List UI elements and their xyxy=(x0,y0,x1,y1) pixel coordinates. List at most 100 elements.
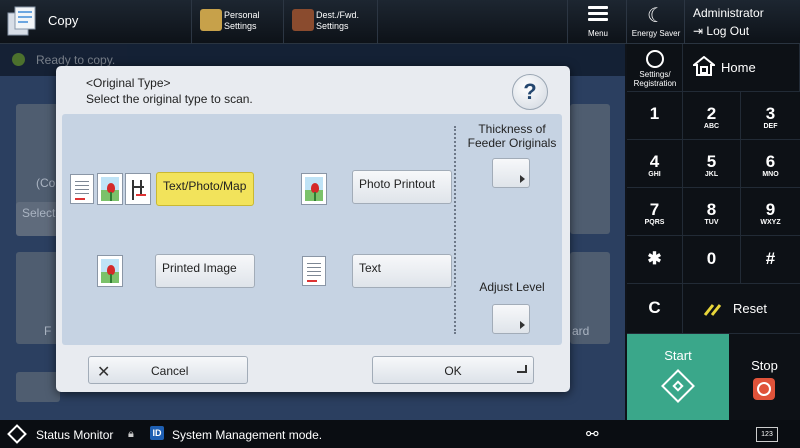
photo-icon xyxy=(97,255,123,287)
key-3[interactable]: 3 DEF xyxy=(741,92,800,140)
original-type-dialog: <Original Type> Select the original type… xyxy=(56,66,570,392)
ready-status-icon xyxy=(12,53,25,66)
reset-button[interactable]: Reset xyxy=(683,284,800,334)
adjust-level-label: Adjust Level xyxy=(479,280,545,294)
key-letters: JKL xyxy=(704,171,719,178)
thickness-label-line1: Thickness of xyxy=(478,122,546,136)
photo-printout-option[interactable]: Photo Printout xyxy=(352,170,452,204)
dest-fwd-settings-button[interactable]: Dest./Fwd. Settings xyxy=(284,0,378,44)
dest-fwd-label-line1: Dest./Fwd. xyxy=(316,10,360,20)
key-6[interactable]: 6 MNO xyxy=(741,140,800,188)
key-5[interactable]: 5 JKL xyxy=(683,140,741,188)
return-icon xyxy=(517,365,527,373)
start-button[interactable]: Start xyxy=(627,334,729,420)
user-panel: Administrator ⇥ Log Out xyxy=(685,0,800,44)
thickness-feeder-button[interactable] xyxy=(492,158,530,188)
key-7[interactable]: 7 PQRS xyxy=(627,188,683,236)
text-photo-map-option[interactable]: Text/Photo/Map xyxy=(156,172,254,206)
copy-label: Copy xyxy=(48,13,79,28)
user-name: Administrator xyxy=(693,6,764,20)
key-4[interactable]: 4 GHI xyxy=(627,140,683,188)
home-button[interactable]: Home xyxy=(683,44,800,92)
settings-registration-button[interactable]: Settings/ Registration xyxy=(627,44,683,92)
photo-icon xyxy=(97,173,123,205)
ok-button[interactable]: OK xyxy=(372,356,534,384)
numeric-keypad: Settings/ Registration Home 1 2 ABC 3 DEF … xyxy=(627,44,800,420)
address-book-icon xyxy=(292,9,314,31)
settings-label-line1: Settings/ xyxy=(639,70,671,79)
key-digit: 2 xyxy=(706,104,717,123)
dialog-subtitle: Select the original type to scan. xyxy=(86,92,253,106)
triangle-right-icon xyxy=(520,175,525,183)
key-digit: 8 xyxy=(706,200,717,219)
lock-icon: 🔒︎ xyxy=(128,428,134,440)
personal-settings-icon xyxy=(200,9,222,31)
bg-tile xyxy=(16,252,60,344)
key-letters: GHI xyxy=(648,171,661,178)
status-text: Ready to copy. xyxy=(36,53,116,67)
key-asterisk[interactable]: ✱ xyxy=(627,236,683,284)
key-8[interactable]: 8 TUV xyxy=(683,188,741,236)
personal-settings-label-line2: Settings xyxy=(224,21,257,31)
text-document-icon xyxy=(302,256,326,286)
reset-icon xyxy=(703,304,722,316)
vertical-divider xyxy=(454,126,456,334)
key-letters: WXYZ xyxy=(760,219,781,226)
key-0[interactable]: 0 xyxy=(683,236,741,284)
clear-label: C xyxy=(648,298,661,317)
close-icon: ✕ xyxy=(97,364,111,381)
bg-partial-text: (Co xyxy=(36,176,56,190)
clear-button[interactable]: C xyxy=(627,284,683,334)
key-digit: 5 xyxy=(706,152,717,171)
link-icon[interactable]: ⚯ xyxy=(586,425,599,443)
bg-tile xyxy=(16,372,60,402)
start-label: Start xyxy=(664,348,692,363)
key-digit: ✱ xyxy=(647,249,662,268)
help-button[interactable]: ? xyxy=(512,74,548,110)
key-1[interactable]: 1 xyxy=(627,92,683,140)
dest-fwd-label-line2: Settings xyxy=(316,21,349,31)
printed-image-option[interactable]: Printed Image xyxy=(155,254,255,288)
cancel-button[interactable]: ✕ Cancel xyxy=(88,356,248,384)
cancel-label: Cancel xyxy=(151,364,189,378)
energy-saver-button[interactable]: ☾ Energy Saver xyxy=(627,0,685,44)
copy-icon xyxy=(7,6,36,36)
menu-button[interactable]: Menu xyxy=(567,0,627,44)
key-letters: ABC xyxy=(703,123,720,130)
start-icon xyxy=(661,369,695,403)
bg-partial-text: ard xyxy=(572,324,590,338)
triangle-right-icon xyxy=(520,321,525,329)
bg-partial-text: Select xyxy=(22,206,56,220)
personal-settings-button[interactable]: Personal Settings xyxy=(192,0,284,44)
stop-button[interactable]: Stop xyxy=(729,334,800,420)
key-digit: # xyxy=(765,249,776,268)
stop-icon xyxy=(753,378,775,400)
logout-button[interactable]: ⇥ Log Out xyxy=(693,24,749,38)
energy-saver-label: Energy Saver xyxy=(631,29,681,38)
keyboard-button[interactable]: 123 xyxy=(756,427,778,442)
bg-partial-text: F xyxy=(44,324,52,338)
bg-tile xyxy=(570,104,610,234)
home-label: Home xyxy=(721,60,756,75)
key-letters: MNO xyxy=(762,171,779,178)
system-mode-text: System Management mode. xyxy=(172,428,323,442)
personal-settings-label-line1: Personal xyxy=(224,10,260,20)
photo-icon xyxy=(301,173,327,205)
options-panel: Text/Photo/Map Photo Printout Printed Im… xyxy=(62,114,562,345)
hamburger-icon xyxy=(588,6,608,22)
copy-function-tab[interactable]: Copy xyxy=(0,0,192,44)
adjust-level-button[interactable] xyxy=(492,304,530,334)
text-option[interactable]: Text xyxy=(352,254,452,288)
key-2[interactable]: 2 ABC xyxy=(683,92,741,140)
text-document-icon xyxy=(70,174,94,204)
status-monitor-label: Status Monitor xyxy=(36,428,114,442)
settings-label-line2: Registration xyxy=(633,79,677,88)
key-hash[interactable]: # xyxy=(741,236,800,284)
map-icon xyxy=(125,173,151,205)
thickness-label-line2: Feeder Originals xyxy=(467,136,557,150)
bottom-bar: Status Monitor 🔒︎ ID System Management m… xyxy=(0,420,800,448)
logout-label: Log Out xyxy=(706,24,750,38)
key-9[interactable]: 9 WXYZ xyxy=(741,188,800,236)
reset-label: Reset xyxy=(733,301,767,316)
dialog-title: <Original Type> xyxy=(86,76,171,90)
